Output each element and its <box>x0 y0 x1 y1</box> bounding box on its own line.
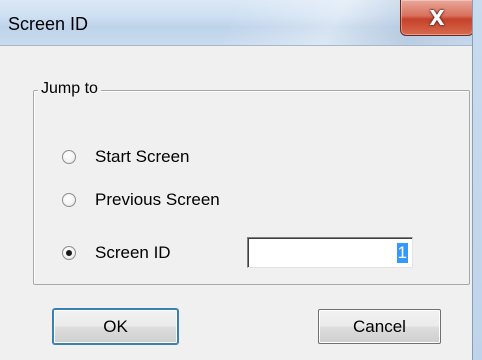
window-title: Screen ID <box>8 14 89 34</box>
radio-button[interactable] <box>62 150 76 164</box>
cancel-button[interactable]: Cancel <box>318 309 441 344</box>
close-icon: X <box>429 5 445 30</box>
screen-id-input[interactable]: 1 <box>247 237 413 268</box>
close-button[interactable]: X <box>400 0 474 36</box>
radio-label-previous-screen: Previous Screen <box>95 190 220 209</box>
radio-previous-screen[interactable]: Previous Screen <box>62 189 220 211</box>
ok-button[interactable]: OK <box>53 309 178 344</box>
screen-id-dialog: Screen ID X Jump to Start Screen Previou… <box>0 0 482 360</box>
window-frame-edge <box>472 0 482 360</box>
radio-label-screen-id: Screen ID <box>95 243 171 262</box>
radio-button-selected[interactable] <box>62 246 76 260</box>
radio-label-start-screen: Start Screen <box>95 147 190 166</box>
radio-button[interactable] <box>62 193 76 207</box>
title-bar[interactable]: Screen ID X <box>0 0 482 45</box>
radio-start-screen[interactable]: Start Screen <box>62 146 190 168</box>
screen-id-input-value: 1 <box>396 243 408 263</box>
groupbox-legend: Jump to <box>38 79 101 99</box>
radio-screen-id[interactable]: Screen ID <box>62 242 171 264</box>
